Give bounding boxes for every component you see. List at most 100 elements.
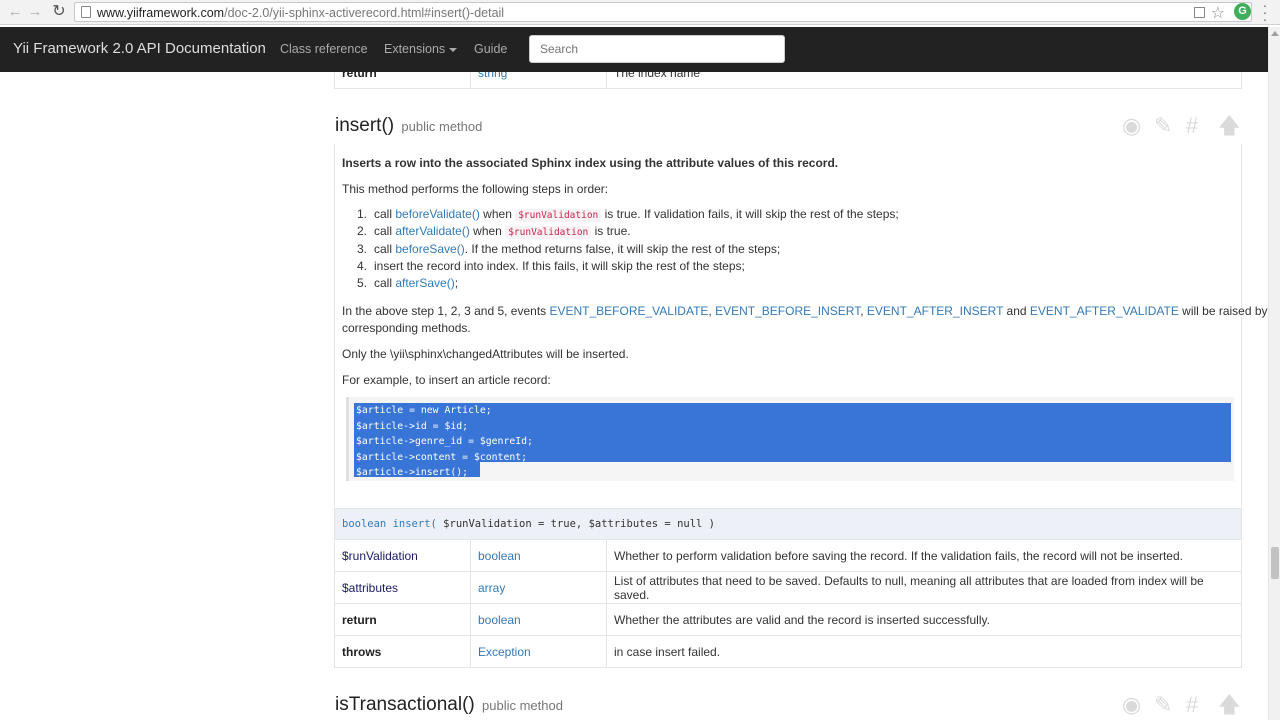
step-text: call — [374, 224, 396, 239]
page-icon — [81, 6, 91, 18]
browser-menu-icon[interactable]: · · · — [1258, 0, 1272, 26]
inline-code: $runValidation — [515, 209, 602, 222]
address-bar[interactable]: www.yiiframework.com/doc-2.0/yii-sphinx-… — [74, 2, 1252, 22]
pencil-icon[interactable]: ✎ — [1154, 114, 1172, 138]
param-type: array — [470, 571, 607, 604]
events-text: will be raised by the — [1182, 304, 1268, 318]
table-row: throws Exception in case insert failed. — [334, 635, 1242, 668]
step-text: when — [479, 207, 516, 221]
nav-extensions[interactable]: Extensions — [384, 42, 458, 56]
method-description: Inserts a row into the associated Sphinx… — [334, 144, 1268, 567]
type-link[interactable]: Exception — [478, 645, 531, 659]
param-type: boolean — [470, 603, 607, 636]
step-text: when — [469, 224, 506, 239]
table-row: return string The index name — [334, 72, 1242, 89]
hash-icon[interactable]: # — [1186, 114, 1198, 138]
type-link[interactable]: boolean — [478, 549, 521, 563]
signature-params: $runValidation = true, $attributes = nul… — [436, 518, 716, 530]
extension-icon[interactable]: G — [1234, 3, 1251, 20]
step-text: ; — [454, 276, 459, 291]
param-name: throws — [334, 635, 471, 668]
url-path: /doc-2.0/yii-sphinx-activerecord.html#in… — [224, 6, 505, 20]
method-tools: ◉ ✎ # 🡅 — [1120, 693, 1245, 717]
param-name: $attributes — [334, 571, 471, 604]
method-summary: Inserts a row into the associated Sphinx… — [342, 156, 839, 170]
step-text: call — [374, 241, 396, 256]
step-link[interactable]: beforeValidate() — [395, 207, 480, 221]
table-row: $runValidation boolean Whether to perfor… — [334, 539, 1242, 572]
method-name: insert() — [335, 115, 395, 136]
step-link[interactable]: afterValidate() — [395, 224, 469, 238]
param-type: boolean — [470, 539, 607, 572]
step-link[interactable]: afterSave() — [395, 276, 454, 290]
changed-attributes-note: Only the \yii\sphinx\changedAttributes w… — [342, 347, 629, 361]
step-text: call — [374, 207, 396, 221]
steps-list: 1. call beforeValidate() when $runValidat… — [357, 207, 899, 293]
caret-down-icon — [449, 47, 458, 52]
events-text: In the above step 1, 2, 3 and 5, events — [342, 304, 550, 318]
method-signature: boolean insert( $runValidation = true, $… — [334, 508, 1242, 540]
nav-guide[interactable]: Guide — [474, 42, 507, 56]
prev-params-table: return string The index name — [334, 72, 1242, 89]
url-text[interactable]: www.yiiframework.com/doc-2.0/yii-sphinx-… — [97, 6, 504, 20]
param-description: List of attributes that need to be saved… — [606, 571, 1242, 604]
param-name: $runValidation — [334, 539, 471, 572]
eye-icon[interactable]: ◉ — [1122, 693, 1141, 717]
table-row: return boolean Whether the attributes ar… — [334, 603, 1242, 636]
param-description: Whether the attributes are valid and the… — [606, 603, 1242, 636]
translate-icon[interactable] — [1194, 7, 1205, 18]
browser-toolbar: ← → ↻ www.yiiframework.com/doc-2.0/yii-s… — [0, 0, 1280, 26]
pencil-icon[interactable]: ✎ — [1154, 693, 1172, 717]
list-item: 1. call beforeValidate() when $runValidat… — [357, 207, 899, 224]
step-number: 3. — [357, 241, 368, 256]
param-description: The index name — [606, 72, 1242, 89]
back-icon[interactable]: ← — [6, 3, 24, 21]
nav-class-reference[interactable]: Class reference — [280, 42, 368, 56]
eye-icon[interactable]: ◉ — [1122, 114, 1141, 138]
scroll-up-icon[interactable] — [1271, 31, 1279, 36]
hash-icon[interactable]: # — [1186, 693, 1198, 717]
list-item: 3. call beforeSave(). If the method retur… — [357, 242, 899, 259]
event-link[interactable]: EVENT_AFTER_VALIDATE — [1030, 304, 1179, 318]
arrow-up-icon[interactable]: 🡅 — [1218, 114, 1241, 138]
search-input[interactable] — [529, 35, 785, 63]
nav-extensions-label: Extensions — [384, 42, 446, 56]
code-line: $article->id = $id; — [356, 420, 469, 432]
star-icon[interactable]: ☆ — [1211, 3, 1225, 23]
events-paragraph: In the above step 1, 2, 3 and 5, events … — [342, 304, 1268, 318]
step-number: 1. — [357, 207, 368, 221]
table-row: $attributes array List of attributes tha… — [334, 571, 1242, 604]
param-type: string — [470, 72, 607, 89]
forward-icon[interactable]: → — [26, 3, 44, 21]
page-scrollbar[interactable] — [1268, 27, 1280, 720]
code-line: $article->insert(); — [356, 467, 469, 478]
param-description: in case insert failed. — [606, 635, 1242, 668]
type-link[interactable]: boolean — [478, 613, 521, 627]
reload-icon[interactable]: ↻ — [50, 3, 68, 21]
arrow-up-icon[interactable]: 🡅 — [1218, 693, 1241, 717]
code-example[interactable]: $article = new Article; $article->id = $… — [346, 397, 1234, 481]
step-number: 2. — [357, 224, 368, 239]
event-link[interactable]: EVENT_BEFORE_VALIDATE — [549, 304, 708, 318]
type-link[interactable]: string — [478, 72, 507, 80]
step-text: call — [374, 276, 396, 291]
signature-name: insert( — [392, 518, 437, 530]
event-link[interactable]: EVENT_BEFORE_INSERT — [715, 304, 860, 318]
events-paragraph-cont: corresponding methods. — [342, 321, 471, 335]
method-heading-istransactional: isTransactional() public method — [335, 694, 563, 716]
params-table: $runValidation boolean Whether to perfor… — [334, 539, 1242, 668]
method-heading-insert: insert() public method — [335, 115, 482, 137]
url-domain: www.yiiframework.com — [97, 6, 225, 20]
event-link[interactable]: EVENT_AFTER_INSERT — [867, 304, 1003, 318]
param-name: return — [334, 603, 471, 636]
brand-link[interactable]: Yii Framework 2.0 API Documentation — [13, 40, 266, 57]
scrollbar-thumb[interactable] — [1271, 547, 1279, 579]
step-link[interactable]: beforeSave() — [395, 242, 464, 256]
step-text: . If the method returns false, it will s… — [464, 241, 781, 256]
return-type[interactable]: boolean — [342, 518, 386, 530]
step-text: insert the record into index. If this fa… — [374, 258, 745, 273]
type-link[interactable]: array — [478, 581, 505, 595]
list-item: 5. call afterSave(); — [357, 276, 899, 293]
list-item: 2. call afterValidate() when $runValidati… — [357, 224, 899, 241]
step-number: 4. — [357, 258, 368, 273]
